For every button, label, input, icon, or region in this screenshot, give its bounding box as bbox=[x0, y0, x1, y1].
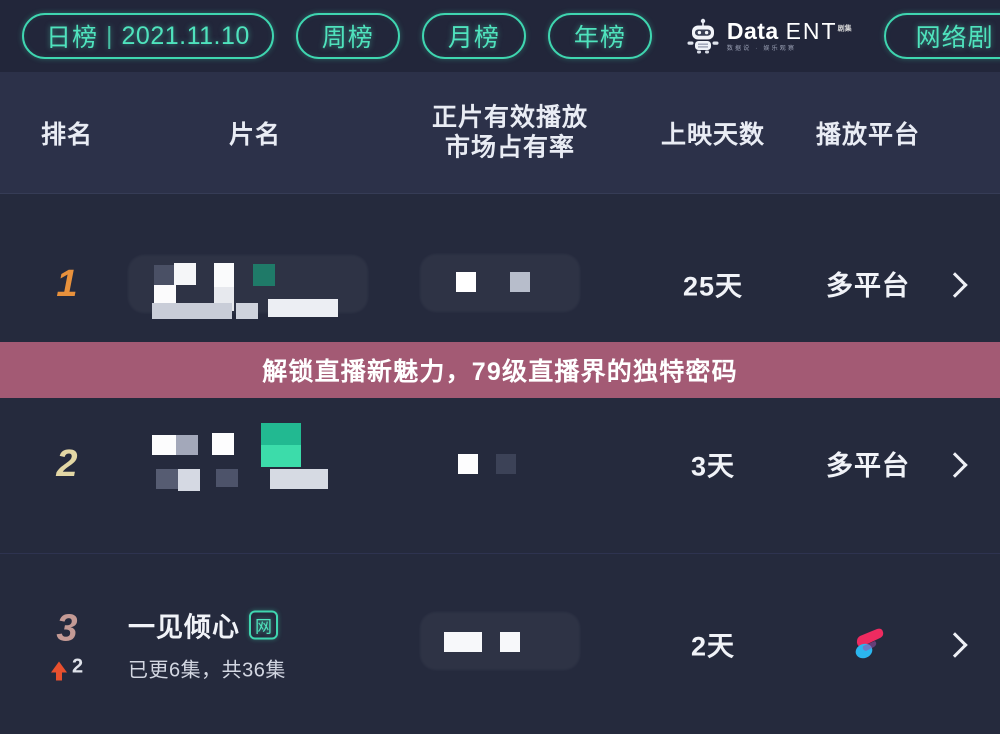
tab-daily-ranking[interactable]: 日榜 | 2021.11.10 bbox=[22, 13, 274, 59]
row-share-cell bbox=[400, 244, 620, 324]
brand-text: Data ENT剧集 数据说 · 娱乐观察 bbox=[726, 20, 852, 53]
mosaic-block bbox=[176, 434, 198, 455]
ranking-table-body: 1 25天 多平台 2 3天 多平台 3 2 一见倾心 网 已更6集，共36集 … bbox=[0, 194, 1000, 734]
brand-title: Data ENT剧集 bbox=[727, 20, 852, 43]
mosaic-block bbox=[236, 302, 258, 319]
overlay-banner: 解锁直播新魅力，79级直播界的独特密码 bbox=[0, 342, 1000, 398]
row-title-cell: 一见倾心 网 已更6集，共36集 bbox=[128, 606, 388, 683]
top-header: 日榜 | 2021.11.10 周榜 月榜 年榜 Data ENT剧集 数据说 … bbox=[0, 0, 1000, 72]
column-header-title: 片名 bbox=[228, 120, 281, 149]
brand-title-ent: ENT bbox=[785, 18, 838, 44]
row-title-line: 一见倾心 网 bbox=[128, 606, 388, 645]
censored-title-block bbox=[128, 421, 378, 507]
tab-monthly-label: 月榜 bbox=[447, 24, 500, 52]
web-series-badge: 网 bbox=[249, 610, 278, 640]
table-column-header: 排名 片名 正片有效播放 市场占有率 上映天数 播放平台 bbox=[0, 72, 1000, 194]
row-title-cell bbox=[128, 249, 388, 319]
tab-yearly-label: 年榜 bbox=[573, 24, 626, 52]
mosaic-block bbox=[212, 432, 234, 455]
mango-tv-logo-icon bbox=[855, 628, 884, 659]
rank-number: 1 bbox=[56, 262, 78, 305]
brand-subtitle: 数据说 · 娱乐观察 bbox=[726, 46, 797, 52]
category-filter-dropdown[interactable]: 网络剧 bbox=[883, 13, 1000, 59]
mosaic-block bbox=[214, 262, 234, 287]
rank-change-value: 2 bbox=[71, 655, 84, 678]
column-header-days: 上映天数 bbox=[660, 120, 765, 149]
mosaic-block bbox=[174, 262, 196, 285]
mosaic-block bbox=[152, 434, 176, 455]
category-filter-label: 网络剧 bbox=[915, 24, 994, 52]
brand-title-sup: 剧集 bbox=[837, 25, 852, 33]
tab-daily-date: 2021.11.10 bbox=[121, 21, 250, 50]
mosaic-block bbox=[261, 444, 301, 467]
chevron-right-icon[interactable] bbox=[946, 449, 964, 479]
column-header-share: 正片有效播放 市场占有率 bbox=[400, 102, 620, 163]
overlay-banner-text: 解锁直播新魅力，79级直播界的独特密码 bbox=[262, 358, 738, 386]
rank-number: 2 bbox=[56, 442, 78, 485]
tab-daily-label: 日榜 bbox=[46, 24, 99, 52]
mosaic-block bbox=[458, 453, 478, 474]
column-header-rank: 排名 bbox=[40, 120, 93, 149]
brand-logo: Data ENT剧集 数据说 · 娱乐观察 bbox=[686, 18, 852, 54]
row-rank: 2 bbox=[22, 445, 112, 483]
table-row[interactable]: 3 2 一见倾心 网 已更6集，共36集 2天 bbox=[0, 554, 1000, 734]
chevron-right-icon[interactable] bbox=[946, 629, 964, 659]
row-episode-info: 已更6集，共36集 bbox=[128, 659, 286, 682]
row-title-cell bbox=[128, 421, 388, 507]
mosaic-block bbox=[444, 632, 482, 652]
row-share-cell bbox=[400, 424, 620, 504]
row-platform: 多平台 bbox=[798, 262, 938, 306]
brand-title-main: Data bbox=[726, 18, 779, 44]
tab-monthly-ranking[interactable]: 月榜 bbox=[421, 13, 526, 59]
mosaic-block bbox=[510, 271, 530, 292]
mosaic-block bbox=[456, 271, 476, 292]
mosaic-block bbox=[154, 264, 174, 285]
column-header-platform: 播放平台 bbox=[815, 120, 920, 149]
mosaic-block bbox=[261, 422, 301, 445]
tab-yearly-ranking[interactable]: 年榜 bbox=[547, 13, 652, 59]
row-platform bbox=[798, 622, 938, 666]
censor-blur-blob bbox=[420, 253, 580, 312]
chevron-right-icon[interactable] bbox=[946, 269, 964, 299]
mosaic-block bbox=[216, 468, 238, 487]
row-days: 25天 bbox=[682, 271, 744, 301]
censored-title-block bbox=[128, 249, 378, 319]
row-rank: 1 bbox=[22, 265, 112, 303]
row-share-cell bbox=[400, 604, 620, 684]
rank-change: 2 bbox=[22, 655, 112, 681]
rank-number: 3 bbox=[56, 607, 78, 650]
mosaic-block bbox=[500, 632, 520, 652]
row-days: 2天 bbox=[690, 631, 736, 662]
mosaic-block bbox=[156, 468, 178, 489]
tab-weekly-label: 周榜 bbox=[321, 24, 374, 52]
robot-icon bbox=[687, 18, 719, 54]
table-row[interactable]: 2 3天 多平台 bbox=[0, 374, 1000, 554]
tab-daily-separator: | bbox=[106, 21, 114, 50]
row-platform: 多平台 bbox=[798, 442, 938, 486]
column-header-share-line2: 市场占有率 bbox=[444, 133, 575, 162]
mosaic-block bbox=[496, 453, 516, 474]
row-platform-label: 多平台 bbox=[826, 271, 910, 301]
mosaic-block bbox=[178, 468, 200, 491]
row-title-text: 一见倾心 bbox=[128, 612, 240, 643]
row-days: 3天 bbox=[690, 451, 736, 481]
tab-weekly-ranking[interactable]: 周榜 bbox=[295, 13, 400, 59]
row-rank: 3 2 bbox=[22, 607, 112, 681]
mosaic-block bbox=[253, 263, 275, 286]
mosaic-block bbox=[152, 302, 232, 319]
mosaic-block bbox=[270, 468, 328, 489]
mosaic-block bbox=[268, 298, 338, 317]
row-platform-label: 多平台 bbox=[826, 451, 910, 481]
column-header-share-line1: 正片有效播放 bbox=[431, 103, 588, 131]
arrow-up-icon bbox=[50, 661, 67, 681]
